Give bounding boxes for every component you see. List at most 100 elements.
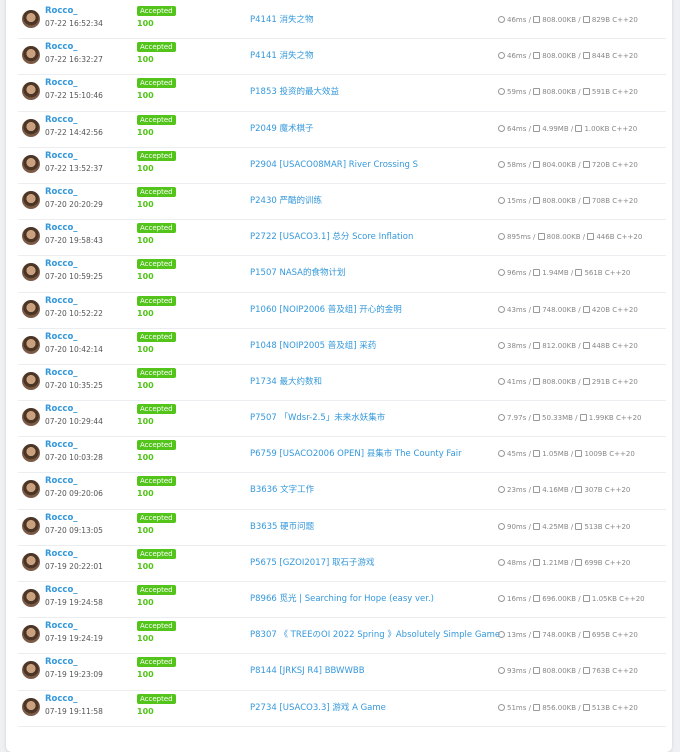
problem-link[interactable]: P6759 [USACO2006 OPEN] 县集市 The County Fa…	[250, 448, 462, 460]
username-link[interactable]: Rocco_	[45, 657, 78, 668]
problem-link[interactable]: P4141 消失之物	[250, 14, 313, 26]
username-link[interactable]: Rocco_	[45, 332, 78, 343]
submission-row[interactable]: Rocco_ 07-20 20:20:29 Accepted 100 P2430…	[18, 184, 666, 221]
status-badge[interactable]: Accepted	[137, 657, 176, 668]
avatar[interactable]	[22, 480, 40, 499]
avatar[interactable]	[22, 118, 40, 137]
username-link[interactable]: Rocco_	[45, 6, 78, 17]
submission-row[interactable]: Rocco_ 07-22 14:42:56 Accepted 100 P2049…	[18, 112, 666, 148]
avatar[interactable]	[22, 154, 40, 173]
avatar[interactable]	[22, 408, 40, 427]
status-badge[interactable]: Accepted	[137, 150, 176, 161]
avatar[interactable]	[22, 227, 40, 246]
username-link[interactable]: Rocco_	[45, 78, 78, 89]
username-link[interactable]: Rocco_	[45, 42, 78, 53]
status-badge[interactable]: Accepted	[137, 259, 176, 270]
status-badge[interactable]: Accepted	[137, 440, 176, 451]
problem-link[interactable]: P1060 [NOIP2006 普及组] 开心的金明	[250, 304, 402, 316]
submission-row[interactable]: Rocco_ 07-20 10:52:22 Accepted 100 P1060…	[18, 293, 666, 329]
problem-link[interactable]: B3636 文字工作	[250, 484, 314, 496]
status-badge[interactable]: Accepted	[137, 548, 176, 559]
username-link[interactable]: Rocco_	[45, 549, 78, 560]
problem-link[interactable]: P4141 消失之物	[250, 50, 313, 62]
submission-row[interactable]: Rocco_ 07-22 13:52:37 Accepted 100 P2904…	[18, 148, 666, 184]
submission-row[interactable]: Rocco_ 07-22 16:32:27 Accepted 100 P4141…	[18, 39, 666, 76]
submission-row[interactable]: Rocco_ 07-19 19:23:09 Accepted 100 P8144…	[18, 654, 666, 691]
status-badge[interactable]: Accepted	[137, 223, 176, 234]
username-link[interactable]: Rocco_	[45, 223, 78, 234]
username-link[interactable]: Rocco_	[45, 513, 78, 524]
status-badge[interactable]: Accepted	[137, 114, 176, 125]
problem-link[interactable]: P1853 投资的最大效益	[250, 86, 339, 98]
problem-link[interactable]: P5675 [GZOI2017] 取石子游戏	[250, 557, 375, 569]
username-link[interactable]: Rocco_	[45, 404, 78, 415]
submission-row[interactable]: Rocco_ 07-20 10:59:25 Accepted 100 P1507…	[18, 256, 666, 293]
submission-row[interactable]: Rocco_ 07-19 20:22:01 Accepted 100 P5675…	[18, 546, 666, 582]
username-link[interactable]: Rocco_	[45, 115, 78, 126]
avatar[interactable]	[22, 552, 40, 571]
username-link[interactable]: Rocco_	[45, 585, 78, 596]
problem-link[interactable]: P2430 严酷的训练	[250, 195, 322, 207]
status-badge[interactable]: Accepted	[137, 6, 176, 16]
submission-row[interactable]: Rocco_ 07-22 16:52:34 Accepted 100 P4141…	[18, 3, 666, 40]
avatar[interactable]	[22, 46, 40, 65]
avatar[interactable]	[22, 444, 40, 463]
avatar[interactable]	[22, 190, 40, 209]
submission-row[interactable]: Rocco_ 07-19 19:11:58 Accepted 100 P2734…	[18, 691, 666, 727]
submission-row[interactable]: Rocco_ 07-19 19:24:19 Accepted 100 P8307…	[18, 618, 666, 655]
problem-link[interactable]: P8966 觅光 | Searching for Hope (easy ver.…	[250, 593, 434, 605]
username-link[interactable]: Rocco_	[45, 151, 78, 162]
submission-row[interactable]: Rocco_ 07-20 10:29:44 Accepted 100 P7507…	[18, 401, 666, 438]
problem-link[interactable]: P1048 [NOIP2005 普及组] 采药	[250, 340, 376, 352]
problem-link[interactable]: P2734 [USACO3.3] 游戏 A Game	[250, 702, 386, 714]
problem-link[interactable]: P1734 最大约数和	[250, 376, 322, 388]
avatar[interactable]	[22, 82, 40, 101]
avatar[interactable]	[22, 335, 40, 354]
username-link[interactable]: Rocco_	[45, 259, 78, 270]
avatar[interactable]	[22, 10, 40, 28]
avatar[interactable]	[22, 371, 40, 390]
username-link[interactable]: Rocco_	[45, 296, 78, 307]
status-badge[interactable]: Accepted	[137, 331, 176, 342]
username-link[interactable]: Rocco_	[45, 621, 78, 632]
username-link[interactable]: Rocco_	[45, 476, 78, 487]
submission-row[interactable]: Rocco_ 07-20 10:35:25 Accepted 100 P1734…	[18, 365, 666, 402]
status-badge[interactable]: Accepted	[137, 42, 176, 53]
status-badge[interactable]: Accepted	[137, 621, 176, 632]
problem-link[interactable]: P2049 魔术棋子	[250, 123, 313, 135]
status-badge[interactable]: Accepted	[137, 404, 176, 415]
username-link[interactable]: Rocco_	[45, 440, 78, 451]
problem-link[interactable]: P1507 NASA的食物计划	[250, 267, 346, 279]
problem-link[interactable]: P2904 [USACO08MAR] River Crossing S	[250, 159, 418, 171]
status-badge[interactable]: Accepted	[137, 476, 176, 487]
avatar[interactable]	[22, 661, 40, 680]
username-link[interactable]: Rocco_	[45, 187, 78, 198]
submission-row[interactable]: Rocco_ 07-22 15:10:46 Accepted 100 P1853…	[18, 75, 666, 112]
status-badge[interactable]: Accepted	[137, 367, 176, 378]
problem-link[interactable]: P7507 「Wdsr-2.5」未来水妖集市	[250, 412, 385, 424]
avatar[interactable]	[22, 516, 40, 535]
status-badge[interactable]: Accepted	[137, 295, 176, 306]
problem-link[interactable]: P8307 《 TREEのOI 2022 Spring 》Absolutely …	[250, 629, 500, 641]
submission-row[interactable]: Rocco_ 07-20 10:42:14 Accepted 100 P1048…	[18, 329, 666, 365]
problem-link[interactable]: B3635 硬币问题	[250, 521, 314, 533]
avatar[interactable]	[22, 697, 40, 716]
status-badge[interactable]: Accepted	[137, 78, 176, 89]
problem-link[interactable]: P8144 [JRKSJ R4] BBWWBB	[250, 665, 365, 677]
status-badge[interactable]: Accepted	[137, 693, 176, 704]
submission-row[interactable]: Rocco_ 07-19 19:24:58 Accepted 100 P8966…	[18, 582, 666, 619]
username-link[interactable]: Rocco_	[45, 368, 78, 379]
submission-row[interactable]: Rocco_ 07-20 10:03:28 Accepted 100 P6759…	[18, 437, 666, 474]
avatar[interactable]	[22, 263, 40, 282]
problem-link[interactable]: P2722 [USACO3.1] 总分 Score Inflation	[250, 231, 413, 243]
submission-row[interactable]: Rocco_ 07-20 09:20:06 Accepted 100 B3636…	[18, 473, 666, 510]
status-badge[interactable]: Accepted	[137, 186, 176, 197]
submission-row[interactable]: Rocco_ 07-20 19:58:43 Accepted 100 P2722…	[18, 220, 666, 257]
avatar[interactable]	[22, 589, 40, 607]
status-badge[interactable]: Accepted	[137, 585, 176, 595]
submission-row[interactable]: Rocco_ 07-20 09:13:05 Accepted 100 B3635…	[18, 510, 666, 546]
avatar[interactable]	[22, 299, 40, 318]
avatar[interactable]	[22, 625, 40, 644]
status-badge[interactable]: Accepted	[137, 512, 176, 523]
username-link[interactable]: Rocco_	[45, 694, 78, 705]
